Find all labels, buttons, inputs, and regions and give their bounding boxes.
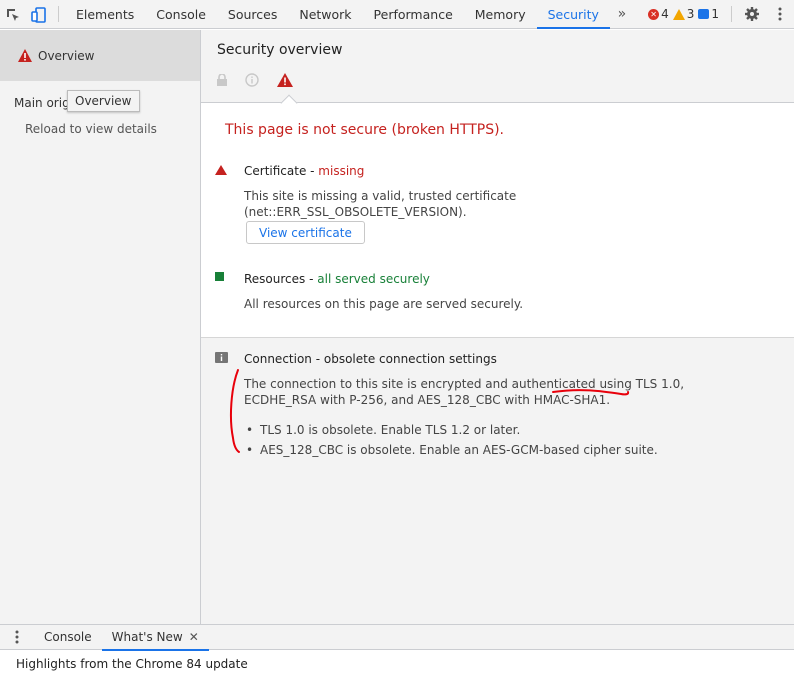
view-certificate-button[interactable]: View certificate	[246, 221, 365, 244]
overview-header: Security overview	[201, 30, 794, 112]
connection-section: Connection - obsolete connection setting…	[201, 337, 794, 624]
security-main-panel: Security overview This page is not secur…	[201, 30, 794, 624]
security-sidebar: Overview Main origi Overview Reload to v…	[0, 30, 201, 624]
drawer-menu-icon[interactable]	[0, 630, 34, 644]
warning-icon	[672, 8, 685, 20]
drawer-tab-label: What's New	[111, 630, 183, 644]
warning-triangle-icon	[277, 73, 293, 87]
error-count: 4	[661, 7, 669, 21]
resources-description: All resources on this page are served se…	[244, 297, 524, 311]
more-options-icon[interactable]	[766, 0, 794, 28]
resources-label: Resources -	[244, 272, 318, 286]
tab-console[interactable]: Console	[145, 0, 217, 28]
certificate-desc-line: (net::ERR_SSL_OBSOLETE_VERSION).	[244, 205, 467, 219]
main-origin-heading: Main origi	[14, 96, 74, 110]
certificate-label: Certificate -	[244, 164, 319, 178]
inspect-element-icon[interactable]	[0, 0, 26, 29]
warning-count: 3	[686, 7, 695, 21]
toolbar-divider	[58, 6, 59, 22]
insecure-triangle-icon	[215, 165, 227, 175]
error-icon: ✕	[648, 8, 660, 20]
tooltip: Overview	[67, 90, 140, 112]
devtools-toolbar: Elements Console Sources Network Perform…	[0, 0, 794, 29]
whats-new-text: Highlights from the Chrome 84 update	[16, 657, 248, 671]
resources-title: Resources - all served securely	[244, 272, 430, 286]
drawer-tab-bar: Console What's New ✕	[0, 624, 794, 651]
selected-state-caret	[280, 94, 298, 112]
device-toolbar-icon[interactable]	[26, 0, 52, 29]
tab-sources[interactable]: Sources	[217, 0, 288, 28]
drawer-tab-whats-new[interactable]: What's New ✕	[101, 624, 209, 651]
certificate-description: This site is missing a valid, trusted ce…	[244, 188, 764, 220]
drawer-tab-console[interactable]: Console	[34, 624, 102, 650]
sidebar-item-label: Overview	[38, 48, 95, 63]
sidebar-item-overview[interactable]: Overview	[0, 30, 200, 81]
settings-gear-icon[interactable]	[738, 0, 766, 28]
certificate-desc-line: This site is missing a valid, trusted ce…	[244, 189, 517, 203]
security-state-icons	[217, 73, 293, 87]
message-count: 1	[711, 7, 719, 21]
certificate-title: Certificate - missing	[244, 164, 364, 178]
bottom-drawer: Console What's New ✕ Highlights from the…	[0, 624, 794, 684]
message-icon	[698, 9, 710, 19]
issue-counts[interactable]: ✕ 4 3 1	[648, 0, 725, 28]
tab-elements[interactable]: Elements	[65, 0, 145, 28]
certificate-status: missing	[318, 164, 365, 178]
resources-status: all served securely	[317, 272, 430, 286]
more-tabs-chevron-icon[interactable]: »	[610, 0, 634, 28]
reload-hint: Reload to view details	[25, 122, 157, 136]
page-title: Security overview	[217, 42, 343, 58]
close-icon[interactable]: ✕	[189, 630, 199, 644]
toolbar-divider-right	[731, 6, 732, 22]
tab-security[interactable]: Security	[536, 0, 611, 29]
info-icon	[245, 73, 259, 87]
warning-triangle-icon	[18, 49, 32, 62]
tab-performance[interactable]: Performance	[363, 0, 464, 28]
red-annotation-marks	[229, 369, 630, 453]
lock-icon	[217, 74, 227, 86]
tab-memory[interactable]: Memory	[464, 0, 537, 28]
security-summary: This page is not secure (broken HTTPS).	[225, 122, 505, 138]
tab-network[interactable]: Network	[288, 0, 362, 28]
secure-square-icon	[215, 272, 224, 281]
